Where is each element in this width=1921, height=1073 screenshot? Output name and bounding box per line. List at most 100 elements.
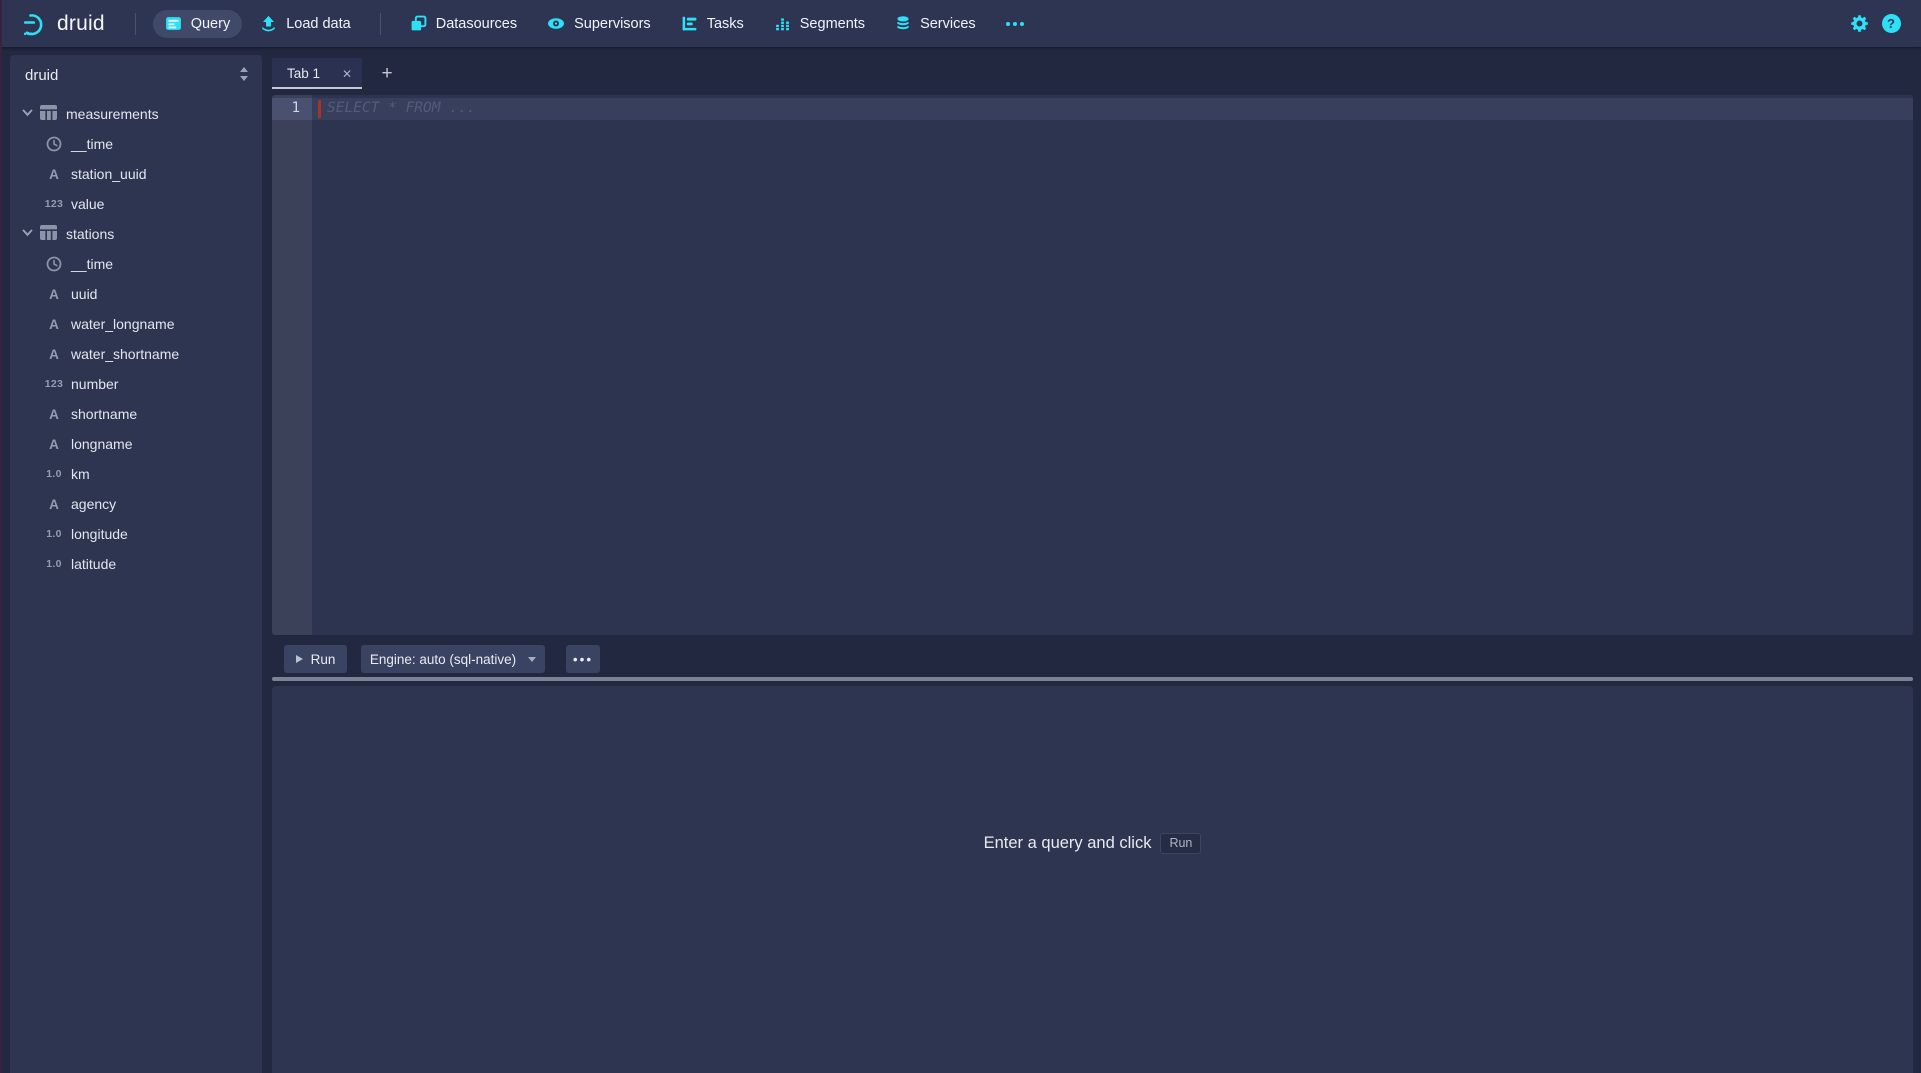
help-icon: ? [1882,14,1901,33]
tree-column-shortname[interactable]: A shortname [10,399,262,429]
tree-column-longitude[interactable]: 1.0 longitude [10,519,262,549]
datasources-icon [410,15,427,32]
run-button-label: Run [311,652,336,667]
more-icon [1006,22,1024,26]
nav-item-more[interactable] [994,10,1036,38]
string-type-icon: A [43,344,65,364]
string-type-icon: A [43,164,65,184]
nav-item-label: Load data [286,16,351,32]
nav-item-query[interactable]: Query [153,10,243,38]
topbar-divider [135,13,136,35]
chevron-down-icon [22,229,33,237]
gantt-chart-icon [681,15,698,32]
line-number: 1 [272,98,312,120]
column-name: longname [71,436,133,452]
tree-column-station-uuid[interactable]: A station_uuid [10,159,262,189]
tree-column-uuid[interactable]: A uuid [10,279,262,309]
eye-icon [547,15,565,32]
more-icon: ••• [573,652,593,667]
tree-column-value[interactable]: 123 value [10,189,262,219]
run-chip: Run [1160,833,1201,854]
run-button[interactable]: Run [284,645,347,673]
query-more-options-button[interactable]: ••• [566,645,600,673]
stacked-chart-icon [774,15,791,32]
column-name: value [71,196,104,212]
gear-icon [1850,14,1869,33]
sql-editor[interactable]: 1 SELECT * FROM ... [272,95,1913,635]
plus-icon: + [381,63,392,85]
schema-name: druid [25,67,58,84]
column-name: __time [71,136,113,152]
string-type-icon: A [43,284,65,304]
double-caret-vertical-icon [238,66,250,82]
logo-wordmark: druid [57,12,105,36]
active-line-highlight [272,98,1913,120]
tab-tab1[interactable]: Tab 1 ✕ [272,58,362,89]
query-tab-bar: Tab 1 ✕ + [272,58,402,89]
tree-column-water-longname[interactable]: A water_longname [10,309,262,339]
play-icon [296,655,303,663]
application-icon [165,15,182,32]
nav-item-supervisors[interactable]: Supervisors [535,10,663,38]
tree-column-longname[interactable]: A longname [10,429,262,459]
chevron-down-icon [22,109,33,117]
column-name: station_uuid [71,166,147,182]
empty-message-text: Enter a query and click [984,834,1152,853]
nav-item-services[interactable]: Services [883,10,988,38]
tree-column-latitude[interactable]: 1.0 latitude [10,549,262,579]
settings-button[interactable] [1843,8,1875,40]
results-panel: Enter a query and click Run [272,686,1913,1073]
nav-item-label: Datasources [436,16,517,32]
column-name: agency [71,496,116,512]
nav-item-segments[interactable]: Segments [762,10,877,38]
float-type-icon: 1.0 [43,524,65,544]
tree-table-measurements[interactable]: measurements [10,99,262,129]
tree-column-water-shortname[interactable]: A water_shortname [10,339,262,369]
tree-column-number[interactable]: 123 number [10,369,262,399]
table-name: stations [66,226,114,242]
float-type-icon: 1.0 [43,554,65,574]
help-button[interactable]: ? [1875,8,1907,40]
schema-selector[interactable]: druid [10,55,262,93]
nav-item-load-data[interactable]: Load data [248,10,363,38]
column-name: km [71,466,90,482]
tree-column-time[interactable]: __time [10,129,262,159]
druid-logo[interactable]: druid [22,11,105,37]
clock-icon [43,254,65,274]
tree-column-time[interactable]: __time [10,249,262,279]
druid-logo-icon [22,11,48,37]
string-type-icon: A [43,494,65,514]
clock-icon [43,134,65,154]
nav-item-label: Segments [800,16,865,32]
nav-item-label: Supervisors [574,16,651,32]
nav-item-label: Tasks [707,16,744,32]
column-name: longitude [71,526,128,542]
nav-item-tasks[interactable]: Tasks [669,10,756,38]
float-type-icon: 1.0 [43,464,65,484]
tree-column-agency[interactable]: A agency [10,489,262,519]
panel-resize-handle[interactable] [272,677,1913,681]
close-icon[interactable]: ✕ [332,67,362,81]
string-type-icon: A [43,314,65,334]
column-name: number [71,376,118,392]
engine-label: Engine: auto (sql-native) [370,652,516,667]
main-area: druid [0,47,1921,1073]
column-name: shortname [71,406,137,422]
number-type-icon: 123 [43,194,65,214]
tree-table-stations[interactable]: stations [10,219,262,249]
engine-select-button[interactable]: Engine: auto (sql-native) [361,645,545,673]
editor-gutter [272,95,312,635]
add-tab-button[interactable]: + [372,58,402,89]
run-toolbar: Run Engine: auto (sql-native) ••• [272,645,1913,673]
tab-label: Tab 1 [272,66,332,81]
left-edge-strip [0,0,2,1073]
tree-column-km[interactable]: 1.0 km [10,459,262,489]
nav-item-label: Services [920,16,976,32]
nav-item-label: Query [191,16,231,32]
empty-results-message: Enter a query and click Run [272,833,1913,854]
schema-sidebar: druid [10,55,262,1073]
query-view: Tab 1 ✕ + 1 SELECT * FROM ... Run Engine… [272,47,1913,1073]
nav-item-datasources[interactable]: Datasources [398,10,529,38]
column-name: water_shortname [71,346,179,362]
table-name: measurements [66,106,159,122]
